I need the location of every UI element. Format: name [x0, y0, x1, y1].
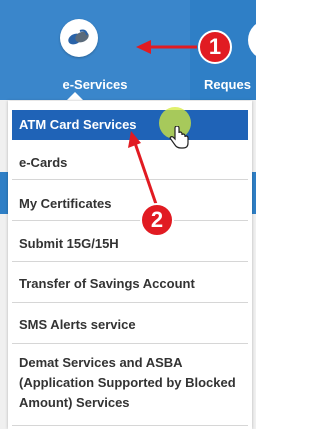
annotation-arrows: [128, 40, 197, 208]
arrow-2-head: [128, 131, 141, 148]
callout-badge-2: 2: [140, 203, 174, 237]
callout-badge-1: 1: [198, 30, 232, 64]
arrow-1-head: [136, 40, 151, 54]
